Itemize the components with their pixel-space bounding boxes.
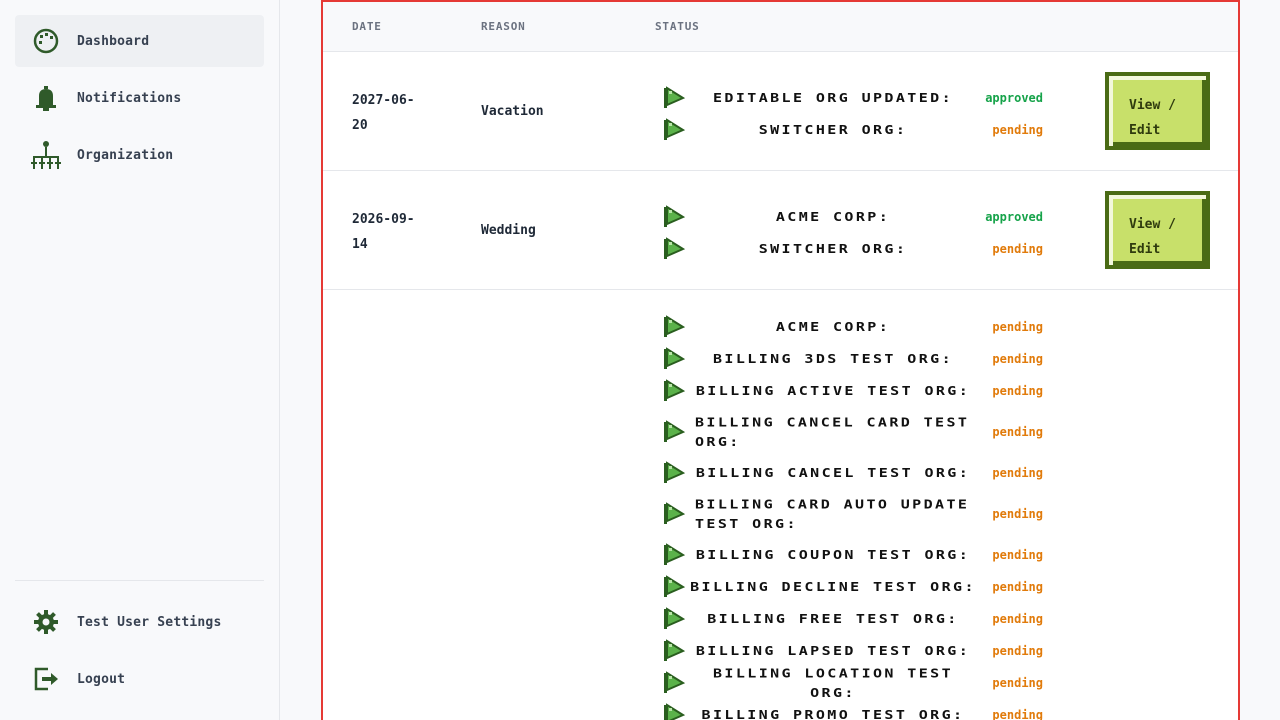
status-badge: pending [992, 676, 1043, 690]
flag-icon [661, 117, 687, 143]
org-name: Billing Cancel Test Org: [695, 465, 971, 481]
status-line: Acme Corp: pending [661, 311, 1051, 343]
nav-label: Logout [77, 671, 126, 687]
org-name: Billing Location Test Org: [712, 665, 954, 701]
org-name: Billing Lapsed Test Org: [695, 643, 971, 659]
flag-icon [661, 346, 687, 372]
flag-icon [661, 501, 687, 527]
org-name: Switcher Org: [758, 241, 908, 257]
bell-icon [30, 82, 62, 114]
sidebar-divider [15, 580, 264, 581]
flag-icon [661, 670, 687, 696]
flag-icon [661, 378, 687, 404]
status-line: Billing Coupon Test Org: pending [661, 539, 1051, 571]
nav-item-user-settings[interactable]: Test User Settings [15, 596, 264, 648]
status-badge: pending [992, 644, 1043, 658]
nav-item-notifications[interactable]: Notifications [15, 72, 264, 124]
org-name: Billing Card Auto Update Test Org: [695, 496, 970, 532]
requests-table: DATE REASON STATUS 2027-06-20 Vacation Edi… [321, 0, 1240, 720]
org-name: Billing Decline Test Org: [690, 579, 976, 595]
org-name: Billing Promo Test Org: [701, 707, 965, 720]
flag-icon [661, 419, 687, 445]
reason-cell: Vacation [481, 104, 544, 119]
org-chart-icon [30, 139, 62, 171]
status-list: Editable Org Updated: approved Switcher Or… [661, 82, 1051, 146]
nav-label: Notifications [77, 90, 182, 106]
reason-cell: Wedding [481, 223, 536, 238]
table-row: 2027-06-20 Vacation Editable Org Updated: a… [323, 52, 1238, 171]
status-line: Billing Cancel Test Org: pending [661, 457, 1051, 489]
status-badge: pending [992, 123, 1043, 137]
org-name: Editable Org Updated: [712, 90, 954, 106]
org-name: Billing Coupon Test Org: [695, 547, 971, 563]
org-name: Switcher Org: [758, 122, 908, 138]
status-badge: pending [992, 580, 1043, 594]
org-name: Acme Corp: [775, 209, 891, 225]
header-status: STATUS [655, 20, 700, 33]
nav-label: Test User Settings [77, 614, 222, 630]
status-badge: pending [992, 612, 1043, 626]
flag-icon [661, 606, 687, 632]
flag-icon [661, 314, 687, 340]
status-line: Switcher Org: pending [661, 233, 1051, 265]
status-line: Billing Lapsed Test Org: pending [661, 635, 1051, 667]
flag-icon [661, 702, 687, 720]
status-badge: pending [992, 384, 1043, 398]
nav-item-organization[interactable]: Organization [15, 129, 264, 181]
view-edit-button[interactable]: View / Edit [1105, 191, 1210, 269]
logout-icon [30, 663, 62, 695]
sidebar: Dashboard Notifications Organization Tes… [0, 0, 280, 720]
status-list: Acme Corp: pending Billing 3DS Test Org: pe… [661, 311, 1051, 720]
status-line: Switcher Org: pending [661, 114, 1051, 146]
flag-icon [661, 638, 687, 664]
table-row: Acme Corp: pending Billing 3DS Test Org: pe… [323, 290, 1238, 720]
status-badge: pending [992, 352, 1043, 366]
flag-icon [661, 236, 687, 262]
table-row: 2026-09-14 Wedding Acme Corp: approved Switc… [323, 171, 1238, 290]
nav-label: Organization [77, 147, 174, 163]
status-line: Acme Corp: approved [661, 201, 1051, 233]
status-line: Billing Location Test Org: pending [661, 666, 1051, 700]
status-line: Billing Free Test Org: pending [661, 603, 1051, 635]
org-name: Acme Corp: [775, 319, 891, 335]
flag-icon [661, 542, 687, 568]
nav-item-dashboard[interactable]: Dashboard [15, 15, 264, 67]
nav-label: Dashboard [77, 33, 150, 49]
status-line: Billing 3DS Test Org: pending [661, 343, 1051, 375]
flag-icon [661, 85, 687, 111]
header-reason: REASON [481, 20, 526, 33]
status-line: Billing Card Auto Update Test Org: pendin… [661, 489, 1051, 539]
status-badge: pending [992, 242, 1043, 256]
date-cell: 2027-06-20 [352, 93, 415, 133]
view-edit-button[interactable]: View / Edit [1105, 72, 1210, 150]
flag-icon [661, 460, 687, 486]
palette-icon [30, 25, 62, 57]
header-date: DATE [352, 20, 382, 33]
status-list: Acme Corp: approved Switcher Org: pending [661, 201, 1051, 265]
status-badge: pending [992, 425, 1043, 439]
gear-icon [30, 606, 62, 638]
org-name: Billing 3DS Test Org: [712, 351, 954, 367]
status-badge: pending [992, 320, 1043, 334]
status-badge: pending [992, 466, 1043, 480]
status-line: Billing Cancel Card Test Org: pending [661, 407, 1051, 457]
status-badge: approved [985, 91, 1043, 105]
status-badge: approved [985, 210, 1043, 224]
table-header: DATE REASON STATUS [323, 2, 1238, 52]
status-badge: pending [992, 507, 1043, 521]
status-line: Billing Decline Test Org: pending [661, 571, 1051, 603]
org-name: Billing Free Test Org: [707, 611, 959, 627]
flag-icon [661, 574, 687, 600]
org-name: Billing Cancel Card Test Org: [695, 414, 970, 450]
org-name: Billing Active Test Org: [695, 383, 971, 399]
table-body: 2027-06-20 Vacation Editable Org Updated: a… [323, 52, 1238, 720]
status-line: Billing Active Test Org: pending [661, 375, 1051, 407]
status-badge: pending [992, 708, 1043, 720]
status-badge: pending [992, 548, 1043, 562]
date-cell: 2026-09-14 [352, 212, 415, 252]
flag-icon [661, 204, 687, 230]
status-line: Editable Org Updated: approved [661, 82, 1051, 114]
main-content: DATE REASON STATUS 2027-06-20 Vacation Edi… [281, 0, 1280, 720]
nav-item-logout[interactable]: Logout [15, 653, 264, 705]
